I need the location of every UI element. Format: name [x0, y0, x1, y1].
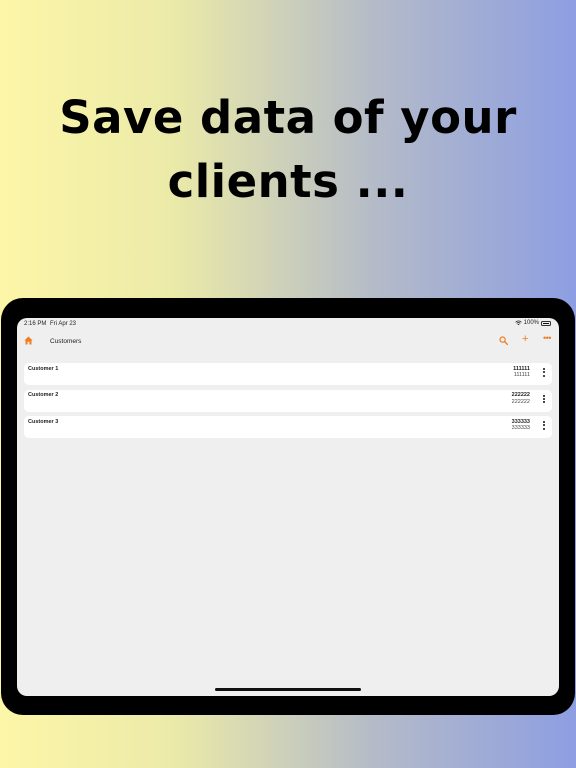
customer-code: 111111	[513, 365, 530, 372]
headline-line-2: clients ...	[167, 155, 409, 208]
customer-row[interactable]: Customer 3 333333 333333	[24, 416, 552, 438]
status-right: 100%	[514, 320, 551, 326]
status-time: 2:16 PM	[24, 321, 47, 327]
search-icon[interactable]	[499, 336, 508, 345]
add-icon[interactable]: +	[522, 334, 528, 345]
battery-percent: 100%	[523, 320, 539, 326]
status-date: Fri Apr 23	[50, 321, 77, 327]
tablet-screen: 2:16 PM Fri Apr 23 100% Customers + ••• …	[17, 318, 559, 696]
customer-code: 333333	[511, 418, 530, 425]
battery-icon	[541, 320, 551, 326]
headline: Save data of your clients ...	[0, 86, 576, 214]
customer-subcode: 111111	[513, 372, 530, 378]
navigation-bar: Customers + •••	[17, 332, 559, 352]
customer-code: 222222	[511, 392, 530, 398]
kebab-menu-icon[interactable]	[543, 394, 545, 404]
customer-name: Customer 1	[28, 365, 59, 372]
home-indicator[interactable]	[215, 688, 361, 691]
customer-row[interactable]: Customer 2 222222 222222	[24, 389, 552, 412]
status-bar: 2:16 PM Fri Apr 23 100%	[17, 318, 559, 330]
page-title: Customers	[50, 338, 82, 345]
kebab-menu-icon[interactable]	[543, 368, 545, 377]
headline-line-1: Save data of your	[59, 91, 517, 144]
customer-row[interactable]: Customer 1 111111 111111	[24, 363, 552, 385]
more-icon[interactable]: •••	[543, 333, 551, 343]
home-icon[interactable]	[24, 336, 33, 345]
customer-name: Customer 2	[28, 392, 59, 398]
customer-subcode: 222222	[511, 398, 530, 405]
wifi-icon	[514, 320, 522, 326]
kebab-menu-icon[interactable]	[543, 421, 545, 430]
customer-list: Customer 1 111111 111111 Customer 2 2222…	[24, 363, 552, 443]
customer-name: Customer 3	[28, 418, 59, 425]
customer-subcode: 333333	[511, 425, 530, 431]
